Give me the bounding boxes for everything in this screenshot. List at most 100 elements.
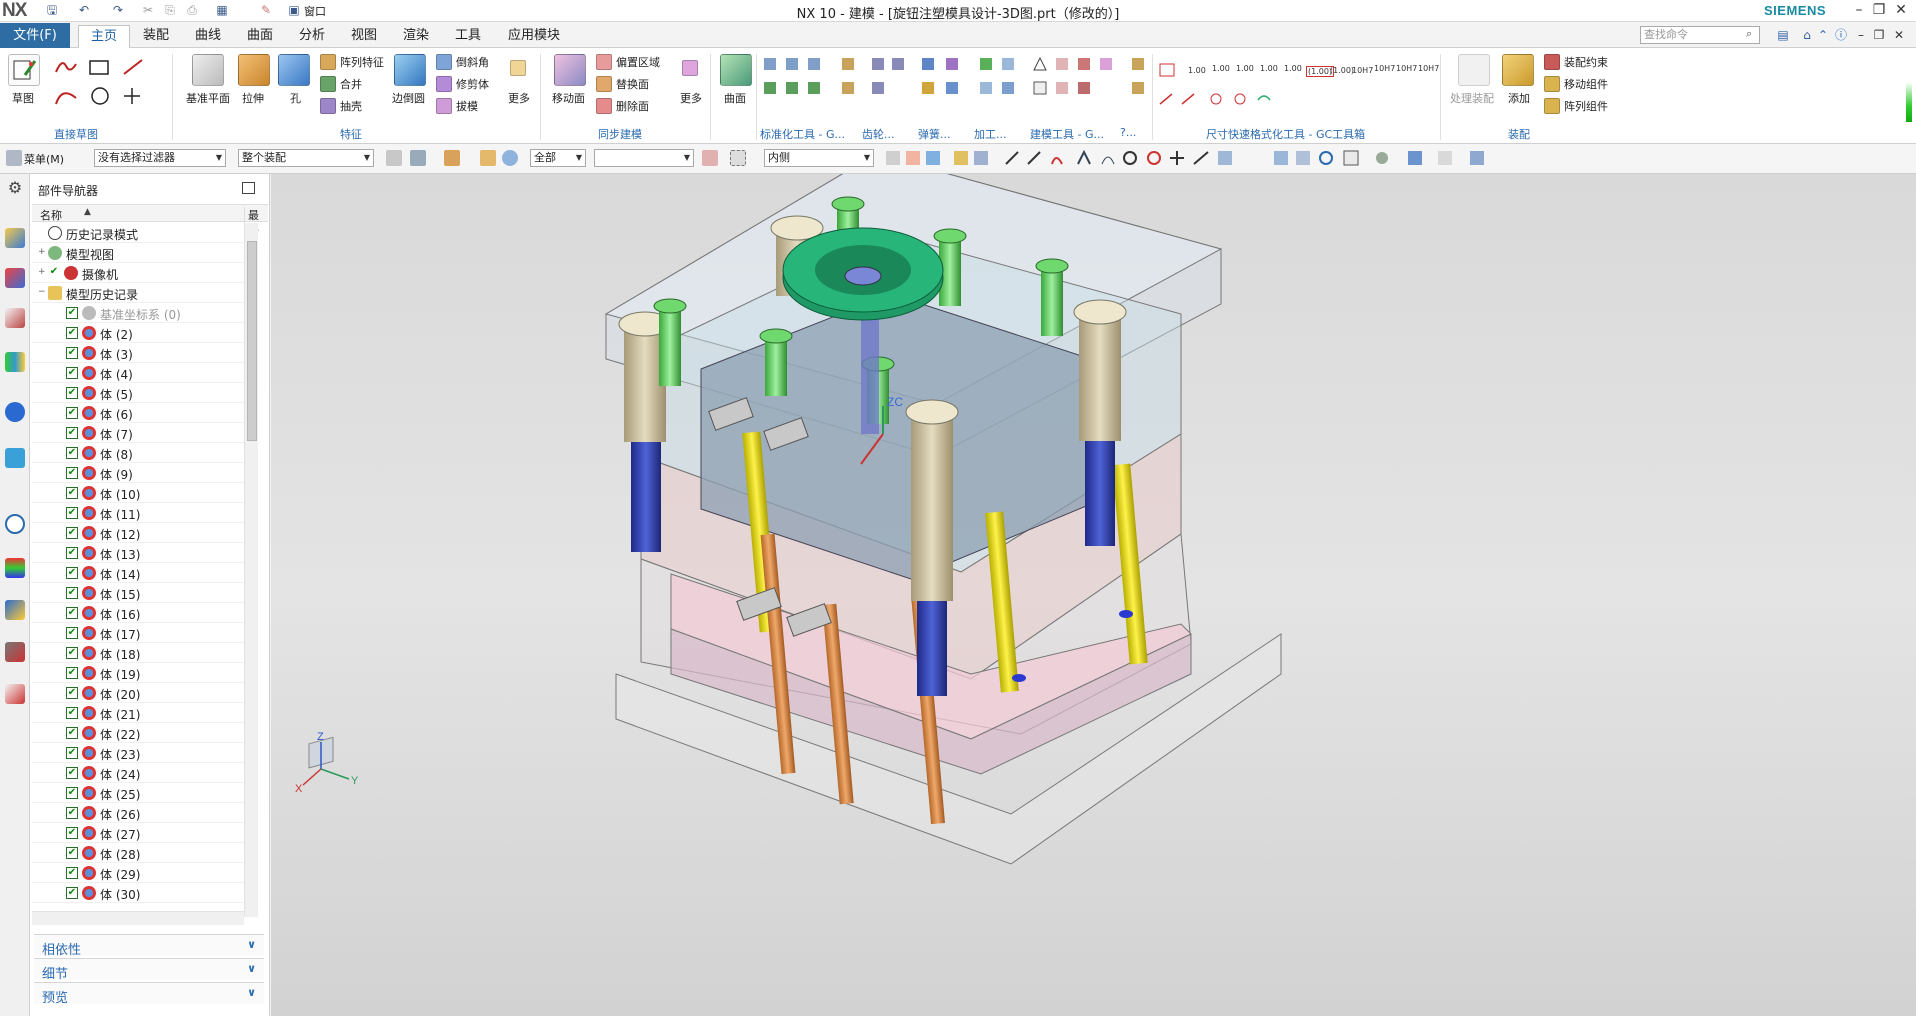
draft-label[interactable]: 拔模	[456, 98, 478, 114]
ribbon-scroll-indicator[interactable]	[1906, 82, 1912, 122]
gc-toolbox-icons[interactable]	[762, 56, 1152, 122]
tree-row-camera[interactable]: + ✔ 摄像机	[32, 263, 250, 283]
visibility-checkbox[interactable]: ✔	[66, 767, 78, 779]
tree-row-body[interactable]: ✔ 体 (27)	[32, 823, 250, 843]
visibility-checkbox[interactable]: ✔	[66, 347, 78, 359]
expand-toggle-icon[interactable]: +	[38, 267, 46, 277]
rectangle-select-icon[interactable]	[730, 150, 746, 166]
tree-row-body[interactable]: ✔ 体 (15)	[32, 583, 250, 603]
tree-row-body[interactable]: ✔ 体 (18)	[32, 643, 250, 663]
tree-row-body[interactable]: ✔ 体 (10)	[32, 483, 250, 503]
cut-icon[interactable]: ✂	[140, 3, 156, 18]
tree-row-body[interactable]: ✔ 体 (28)	[32, 843, 250, 863]
shell-label[interactable]: 抽壳	[340, 98, 362, 114]
details-panel[interactable]: 细节 ∨	[34, 958, 264, 982]
column-name[interactable]: 名称	[40, 207, 62, 223]
dim-value-5[interactable]: 1.00	[1284, 64, 1302, 73]
visibility-checkbox[interactable]: ✔	[66, 707, 78, 719]
tree-row-folder[interactable]: − 模型历史记录	[32, 283, 250, 303]
feature-more-label[interactable]: 更多	[508, 90, 530, 106]
snap-tools-icons[interactable]	[884, 150, 1264, 168]
tree-row-body[interactable]: ✔ 体 (26)	[32, 803, 250, 823]
extrude-icon[interactable]	[238, 54, 270, 86]
assembly-navigator-icon[interactable]	[5, 228, 25, 248]
hole-icon[interactable]	[278, 54, 310, 86]
draft-icon[interactable]	[436, 98, 452, 114]
delete-face-label[interactable]: 删除面	[616, 98, 649, 114]
unite-icon[interactable]	[320, 76, 336, 92]
tab-home[interactable]: 主页	[78, 25, 130, 48]
tree-row-body[interactable]: ✔ 体 (30)	[32, 883, 250, 903]
save-icon[interactable]: 🖫	[44, 3, 60, 18]
blank-select[interactable]: ▼	[594, 149, 694, 167]
tab-tools[interactable]: 工具	[446, 25, 490, 48]
close-button[interactable]: ✕	[1890, 1, 1912, 19]
window-menu[interactable]: 窗口	[304, 3, 326, 19]
tree-row-body[interactable]: ✔ 体 (12)	[32, 523, 250, 543]
menu-button[interactable]: 菜单(M)	[24, 151, 64, 167]
visibility-checkbox[interactable]: ✔	[66, 387, 78, 399]
tree-row-body[interactable]: ✔ 体 (11)	[32, 503, 250, 523]
tab-render[interactable]: 渲染	[394, 25, 438, 48]
dependencies-panel[interactable]: 相依性 ∨	[34, 934, 264, 958]
chamfer-icon[interactable]	[436, 54, 452, 70]
tree-row-body[interactable]: ✔ 体 (14)	[32, 563, 250, 583]
tree-row-body[interactable]: ✔ 体 (2)	[32, 323, 250, 343]
visibility-checkbox[interactable]: ✔	[66, 527, 78, 539]
sketch-icon[interactable]	[8, 54, 40, 86]
visibility-checkbox[interactable]: ✔	[66, 447, 78, 459]
visibility-checkbox[interactable]: ✔	[66, 827, 78, 839]
collapse-ribbon-icon[interactable]: ⌃	[1814, 26, 1832, 44]
visibility-checkbox[interactable]: ✔	[66, 847, 78, 859]
tab-analysis[interactable]: 分析	[290, 25, 334, 48]
assembly-constraint-label[interactable]: 装配约束	[1564, 54, 1608, 70]
pattern-component-icon[interactable]	[1544, 98, 1560, 114]
tree-row-body[interactable]: ✔ 体 (20)	[32, 683, 250, 703]
visibility-checkbox[interactable]: ✔	[66, 787, 78, 799]
tab-application[interactable]: 应用模块	[500, 25, 568, 48]
maximize-navigator-icon[interactable]	[242, 182, 255, 194]
paste-icon[interactable]: ⎙	[184, 3, 200, 18]
tab-surface[interactable]: 曲面	[238, 25, 282, 48]
edge-blend-icon[interactable]	[394, 54, 426, 86]
pattern-feature-label[interactable]: 阵列特征	[340, 54, 384, 70]
select-region-icon[interactable]	[444, 150, 460, 166]
tree-row-body[interactable]: ✔ 体 (4)	[32, 363, 250, 383]
undo-icon[interactable]: ↶	[76, 3, 92, 18]
datum-plane-icon[interactable]	[192, 54, 224, 86]
tree-row-body[interactable]: ✔ 体 (13)	[32, 543, 250, 563]
sync-more-icon[interactable]	[682, 60, 698, 76]
graphics-window[interactable]: ZC Z X Y	[271, 174, 1916, 1016]
visibility-checkbox[interactable]: ✔	[66, 807, 78, 819]
window-icon[interactable]: ▣	[286, 3, 302, 18]
assembly-constraint-icon[interactable]	[1544, 54, 1560, 70]
sort-ascending-icon[interactable]: ▲	[84, 207, 91, 217]
dim-tools-icons[interactable]	[1158, 90, 1278, 110]
pattern-component-label[interactable]: 阵列组件	[1564, 98, 1608, 114]
reuse-library-icon[interactable]	[5, 352, 25, 372]
gear-icon[interactable]: ⚙	[5, 178, 25, 198]
shell-icon[interactable]	[320, 98, 336, 114]
inside-select[interactable]: 内侧 ▼	[764, 149, 874, 167]
move-component-label[interactable]: 移动组件	[1564, 76, 1608, 92]
quick-pick-icon[interactable]	[480, 150, 496, 166]
selection-filter-select[interactable]: 没有选择过滤器 ▼	[94, 149, 226, 167]
tab-view[interactable]: 视图	[342, 25, 386, 48]
sync-more-label[interactable]: 更多	[680, 90, 702, 106]
dim-value-9[interactable]: 10H7	[1374, 64, 1395, 73]
visibility-checkbox[interactable]: ✔	[66, 487, 78, 499]
tree-row-body[interactable]: ✔ 体 (16)	[32, 603, 250, 623]
sub-minimize-button[interactable]: –	[1852, 26, 1870, 44]
tree-row-body[interactable]: ✔ 体 (29)	[32, 863, 250, 883]
navigator-horizontal-scrollbar[interactable]	[32, 911, 244, 925]
dim-value-11[interactable]: 10H7	[1418, 64, 1439, 73]
hd3d-tools-icon[interactable]	[5, 402, 25, 422]
visibility-checkbox[interactable]: ✔	[66, 867, 78, 879]
file-menu-button[interactable]: 文件(F)	[0, 23, 70, 48]
visibility-checkbox[interactable]: ✔	[66, 587, 78, 599]
all-select[interactable]: 全部 ▼	[530, 149, 586, 167]
dim-value-10[interactable]: 10H7	[1396, 64, 1417, 73]
replace-face-label[interactable]: 替换面	[616, 76, 649, 92]
scrollbar-thumb[interactable]	[247, 241, 257, 441]
selection-scope-select[interactable]: 整个装配 ▼	[238, 149, 374, 167]
